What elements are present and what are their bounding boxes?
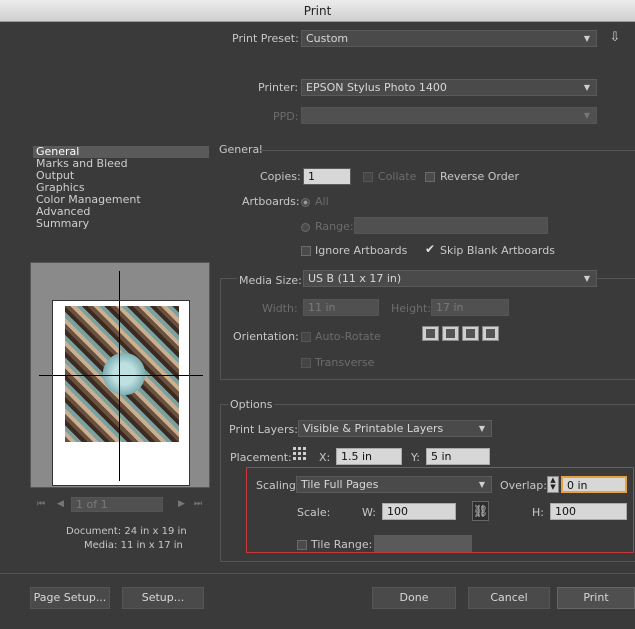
width-label: Width: bbox=[262, 302, 298, 315]
skip-blank-label: Skip Blank Artboards bbox=[440, 244, 555, 257]
printer-label: Printer: bbox=[258, 81, 299, 94]
print-preset-label: Print Preset: bbox=[232, 32, 299, 45]
reverse-portrait-icon[interactable] bbox=[462, 326, 479, 341]
reverse-landscape-icon[interactable] bbox=[482, 326, 499, 341]
placement-grid-icon[interactable] bbox=[293, 447, 307, 461]
reverse-order-checkbox[interactable] bbox=[425, 171, 435, 184]
setup-button[interactable]: Setup... bbox=[122, 587, 204, 609]
ignore-artboards-checkbox[interactable] bbox=[301, 245, 311, 258]
done-button[interactable]: Done bbox=[372, 587, 456, 609]
media-size-info: Media: 11 in x 17 in bbox=[84, 540, 183, 551]
orientation-buttons bbox=[422, 326, 502, 344]
chevron-down-icon: ▼ bbox=[583, 83, 591, 92]
page-nav-field[interactable]: 1 of 1 bbox=[71, 497, 163, 512]
print-layers-label: Print Layers: bbox=[229, 423, 298, 436]
artboards-label: Artboards: bbox=[242, 195, 300, 208]
auto-rotate-label: Auto-Rotate bbox=[315, 330, 381, 343]
portrait-icon[interactable] bbox=[422, 326, 439, 341]
page-setup-button[interactable]: Page Setup... bbox=[30, 587, 110, 609]
chevron-down-icon: ▼ bbox=[583, 34, 591, 43]
y-input[interactable]: 5 in bbox=[426, 448, 490, 465]
last-page-icon[interactable]: ⏭ bbox=[194, 499, 202, 509]
scale-label: Scale: bbox=[297, 506, 331, 519]
copies-label: Copies: bbox=[260, 170, 301, 183]
sidebar-item-summary[interactable]: Summary bbox=[33, 218, 209, 230]
orientation-label: Orientation: bbox=[233, 330, 299, 343]
print-preset-value: Custom bbox=[306, 32, 349, 45]
landscape-icon[interactable] bbox=[442, 326, 459, 341]
range-input[interactable] bbox=[354, 217, 548, 234]
ignore-artboards-label: Ignore Artboards bbox=[315, 244, 408, 257]
print-layers-value: Visible & Printable Layers bbox=[303, 422, 444, 435]
chevron-down-icon: ▼ bbox=[478, 424, 486, 433]
placement-label: Placement: bbox=[230, 451, 292, 464]
window-title-bar: Print bbox=[0, 0, 635, 22]
height-label: Height: bbox=[391, 302, 432, 315]
tile-boundary bbox=[52, 300, 190, 486]
reverse-order-label: Reverse Order bbox=[440, 170, 519, 183]
ppd-dropdown[interactable]: ▼ bbox=[301, 107, 597, 124]
printer-value: EPSON Stylus Photo 1400 bbox=[306, 81, 447, 94]
skip-blank-checkbox[interactable]: ✔ bbox=[425, 242, 435, 256]
ppd-label: PPD: bbox=[273, 110, 299, 123]
range-radio[interactable] bbox=[301, 221, 310, 234]
height-input[interactable]: 17 in bbox=[431, 299, 509, 316]
collate-label: Collate bbox=[378, 170, 417, 183]
footer-divider bbox=[0, 573, 635, 574]
next-page-icon[interactable]: ▶ bbox=[178, 499, 185, 509]
link-constrain-icon[interactable]: ⛓ bbox=[472, 501, 489, 521]
media-size-label: Media Size: bbox=[237, 274, 304, 287]
media-size-value: US B (11 x 17 in) bbox=[308, 272, 402, 285]
tile-range-label: Tile Range: bbox=[311, 538, 373, 551]
print-layers-dropdown[interactable]: Visible & Printable Layers ▼ bbox=[298, 420, 492, 437]
media-size-dropdown[interactable]: US B (11 x 17 in) ▼ bbox=[303, 270, 597, 287]
chevron-down-icon: ▼ bbox=[583, 111, 591, 120]
collate-checkbox[interactable] bbox=[363, 171, 373, 184]
print-button[interactable]: Print bbox=[557, 587, 635, 609]
scaling-value: Tile Full Pages bbox=[301, 478, 379, 491]
transverse-label: Transverse bbox=[315, 356, 375, 369]
save-preset-icon[interactable]: ⇩ bbox=[607, 30, 623, 46]
w-label: W: bbox=[362, 506, 376, 519]
document-size: Document: 24 in x 19 in bbox=[66, 526, 187, 537]
window-title: Print bbox=[303, 4, 332, 18]
category-list: General Marks and Bleed Output Graphics … bbox=[33, 146, 209, 230]
overlap-label: Overlap: bbox=[500, 479, 547, 492]
prev-page-icon[interactable]: ◀ bbox=[57, 499, 64, 509]
scale-w-input[interactable]: 100 bbox=[382, 503, 456, 520]
all-radio[interactable] bbox=[301, 196, 310, 209]
overlap-input[interactable]: 0 in bbox=[561, 476, 627, 493]
print-preview bbox=[30, 262, 210, 488]
x-input[interactable]: 1.5 in bbox=[336, 448, 402, 465]
options-section-title: Options bbox=[228, 398, 275, 411]
range-label: Range: bbox=[315, 220, 354, 233]
general-section-title: General bbox=[219, 143, 263, 156]
all-label: All bbox=[315, 195, 329, 208]
cancel-button[interactable]: Cancel bbox=[468, 587, 550, 609]
copies-input[interactable]: 1 bbox=[303, 168, 351, 185]
y-label: Y: bbox=[411, 451, 420, 464]
section-divider bbox=[260, 150, 635, 151]
x-label: X: bbox=[319, 451, 331, 464]
scaling-label: Scaling: bbox=[256, 479, 300, 492]
tile-range-checkbox[interactable] bbox=[297, 539, 307, 552]
printer-dropdown[interactable]: EPSON Stylus Photo 1400 ▼ bbox=[301, 79, 597, 96]
auto-rotate-checkbox[interactable] bbox=[301, 331, 311, 344]
print-preset-dropdown[interactable]: Custom ▼ bbox=[301, 30, 597, 47]
width-input[interactable]: 11 in bbox=[303, 299, 379, 316]
h-label: H: bbox=[532, 506, 544, 519]
tile-range-input[interactable] bbox=[374, 535, 472, 552]
scaling-dropdown[interactable]: Tile Full Pages ▼ bbox=[296, 476, 492, 493]
scale-h-input[interactable]: 100 bbox=[550, 503, 627, 520]
first-page-icon[interactable]: ⏮ bbox=[37, 499, 45, 509]
chevron-down-icon: ▼ bbox=[583, 274, 591, 283]
chevron-down-icon: ▼ bbox=[478, 480, 486, 489]
transverse-checkbox[interactable] bbox=[301, 357, 311, 370]
overlap-stepper[interactable]: ▲ ▼ bbox=[547, 476, 559, 493]
